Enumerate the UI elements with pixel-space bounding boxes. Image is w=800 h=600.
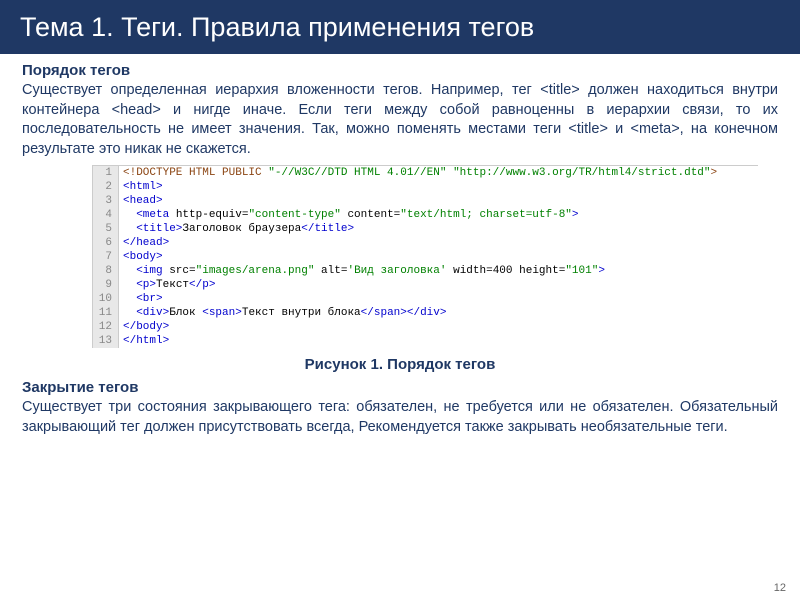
line-number: 6 bbox=[93, 236, 119, 250]
slide-body: Порядок тегов Существует определенная ие… bbox=[0, 54, 800, 437]
code-line: 8 <img src="images/arena.png" alt='Вид з… bbox=[93, 264, 758, 278]
slide-title: Тема 1. Теги. Правила применения тегов bbox=[20, 12, 534, 43]
code-content: <head> bbox=[119, 194, 167, 208]
line-number: 4 bbox=[93, 208, 119, 222]
code-content: <br> bbox=[119, 292, 167, 306]
code-line: 4 <meta http-equiv="content-type" conten… bbox=[93, 208, 758, 222]
code-line: 10 <br> bbox=[93, 292, 758, 306]
line-number: 1 bbox=[93, 166, 119, 180]
slide-header: Тема 1. Теги. Правила применения тегов bbox=[0, 0, 800, 54]
code-content: <meta http-equiv="content-type" content=… bbox=[119, 208, 583, 222]
code-content: </html> bbox=[119, 334, 173, 348]
code-line: 6</head> bbox=[93, 236, 758, 250]
line-number: 13 bbox=[93, 334, 119, 348]
line-number: 3 bbox=[93, 194, 119, 208]
code-content: <img src="images/arena.png" alt='Вид заг… bbox=[119, 264, 609, 278]
line-number: 10 bbox=[93, 292, 119, 306]
section2-title: Закрытие тегов bbox=[22, 379, 778, 396]
section1-title: Порядок тегов bbox=[22, 62, 778, 79]
section2-text: Существует три состояния закрывающего те… bbox=[22, 398, 778, 437]
code-content: <html> bbox=[119, 180, 167, 194]
code-content: <div>Блок <span>Текст внутри блока</span… bbox=[119, 306, 451, 320]
code-content: </body> bbox=[119, 320, 173, 334]
code-line: 9 <p>Текст</p> bbox=[93, 278, 758, 292]
line-number: 11 bbox=[93, 306, 119, 320]
line-number: 7 bbox=[93, 250, 119, 264]
code-example: 1<!DOCTYPE HTML PUBLIC "-//W3C//DTD HTML… bbox=[92, 165, 758, 348]
code-line: 13</html> bbox=[93, 334, 758, 348]
code-content: </head> bbox=[119, 236, 173, 250]
code-line: 1<!DOCTYPE HTML PUBLIC "-//W3C//DTD HTML… bbox=[93, 166, 758, 180]
code-content: <body> bbox=[119, 250, 167, 264]
code-line: 5 <title>Заголовок браузера</title> bbox=[93, 222, 758, 236]
code-line: 7<body> bbox=[93, 250, 758, 264]
line-number: 9 bbox=[93, 278, 119, 292]
section1-text: Существует определенная иерархия вложенн… bbox=[22, 81, 778, 159]
line-number: 5 bbox=[93, 222, 119, 236]
code-content: <!DOCTYPE HTML PUBLIC "-//W3C//DTD HTML … bbox=[119, 166, 721, 180]
code-line: 12</body> bbox=[93, 320, 758, 334]
figure-caption: Рисунок 1. Порядок тегов bbox=[22, 356, 778, 373]
code-line: 11 <div>Блок <span>Текст внутри блока</s… bbox=[93, 306, 758, 320]
code-line: 3<head> bbox=[93, 194, 758, 208]
line-number: 8 bbox=[93, 264, 119, 278]
code-content: <title>Заголовок браузера</title> bbox=[119, 222, 358, 236]
code-line: 2<html> bbox=[93, 180, 758, 194]
code-content: <p>Текст</p> bbox=[119, 278, 219, 292]
line-number: 12 bbox=[93, 320, 119, 334]
line-number: 2 bbox=[93, 180, 119, 194]
page-number: 12 bbox=[774, 582, 786, 594]
